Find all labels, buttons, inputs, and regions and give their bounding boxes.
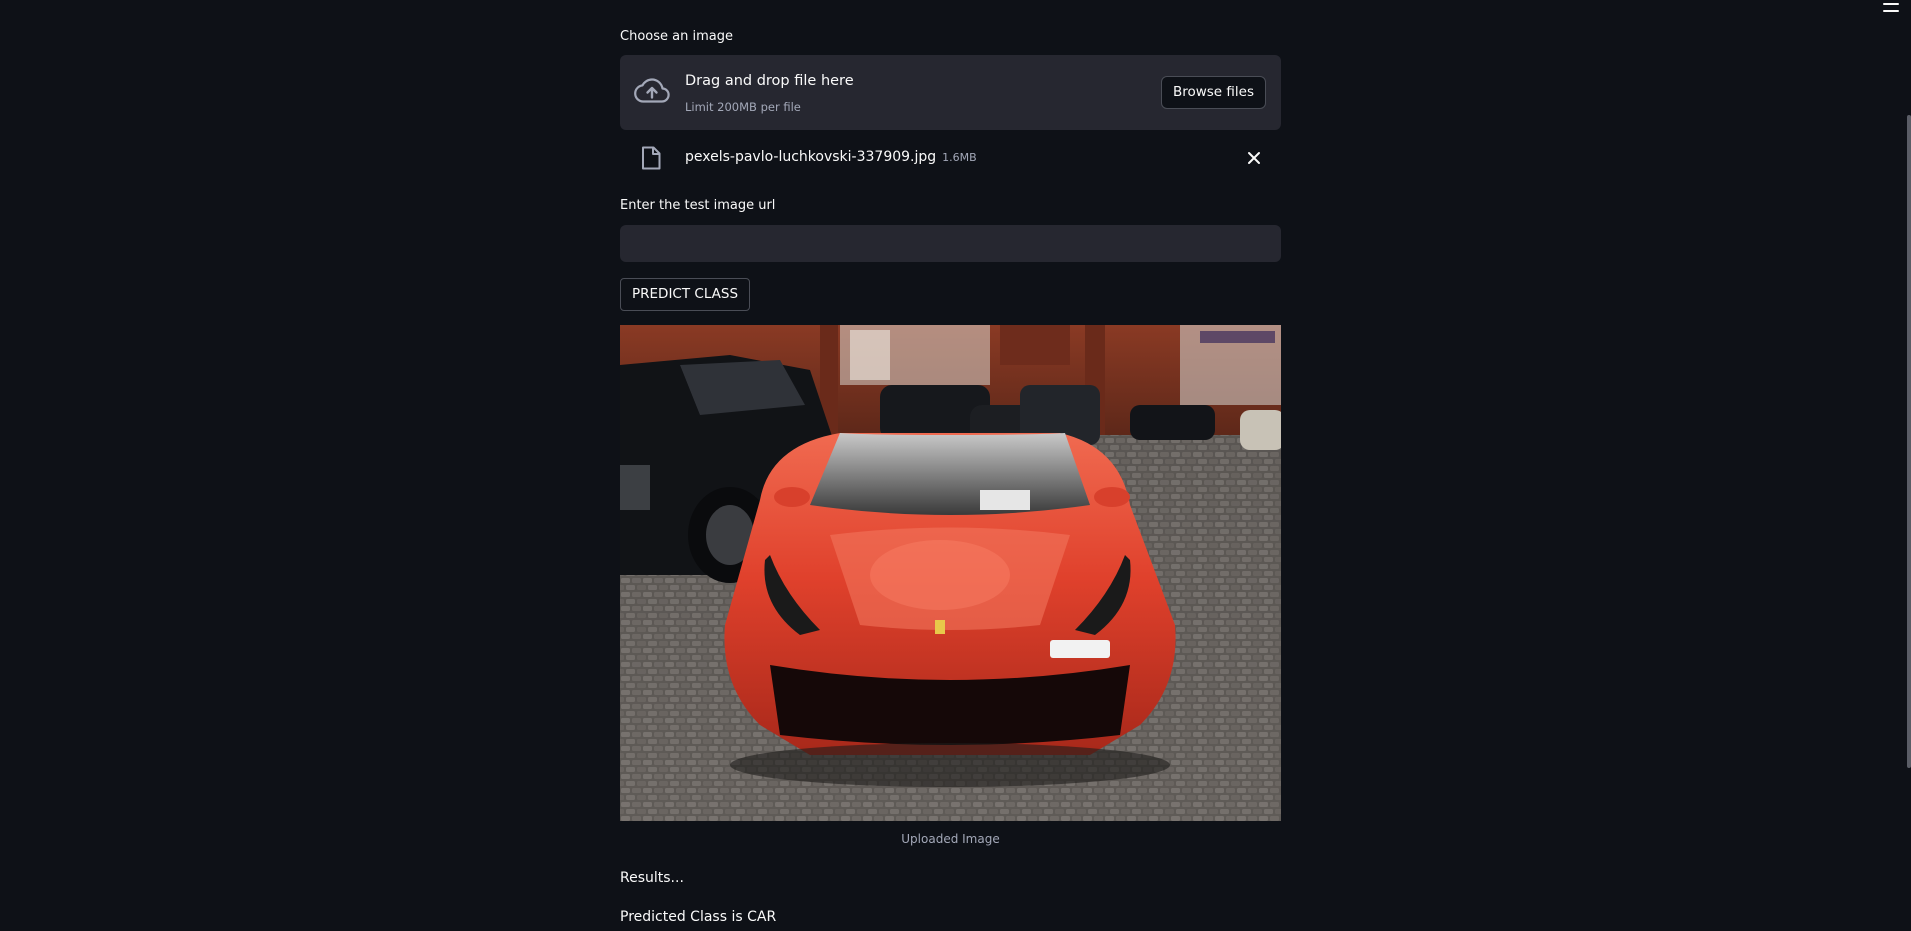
cloud-upload-icon <box>634 78 670 103</box>
prediction-text: Predicted Class is CAR <box>620 909 777 925</box>
close-icon[interactable] <box>1245 149 1263 167</box>
dropzone-title: Drag and drop file here <box>685 73 854 89</box>
scrollbar[interactable] <box>1907 115 1911 768</box>
uploaded-file-name: pexels-pavlo-luchkovski-337909.jpg 1.6MB <box>685 149 977 165</box>
file-name-text: pexels-pavlo-luchkovski-337909.jpg <box>685 149 937 165</box>
file-icon <box>642 146 661 170</box>
uploaded-file-row: pexels-pavlo-luchkovski-337909.jpg 1.6MB <box>620 140 1281 176</box>
hamburger-menu-icon[interactable] <box>1883 0 1899 12</box>
uploader-label: Choose an image <box>620 29 733 44</box>
image-caption: Uploaded Image <box>901 832 1000 846</box>
dropzone-limit-text: Limit 200MB per file <box>685 100 801 114</box>
file-dropzone[interactable]: Drag and drop file here Limit 200MB per … <box>620 55 1281 130</box>
url-input-label: Enter the test image url <box>620 198 776 213</box>
file-size: 1.6MB <box>942 151 977 164</box>
uploaded-image <box>620 325 1281 821</box>
predict-class-button[interactable]: PREDICT CLASS <box>620 278 751 311</box>
car-photo <box>620 325 1281 821</box>
image-url-input[interactable] <box>620 225 1281 262</box>
streamlit-app: Choose an image Drag and drop file here … <box>0 0 1911 931</box>
browse-files-button[interactable]: Browse files <box>1160 76 1266 109</box>
results-heading: Results... <box>620 870 684 886</box>
